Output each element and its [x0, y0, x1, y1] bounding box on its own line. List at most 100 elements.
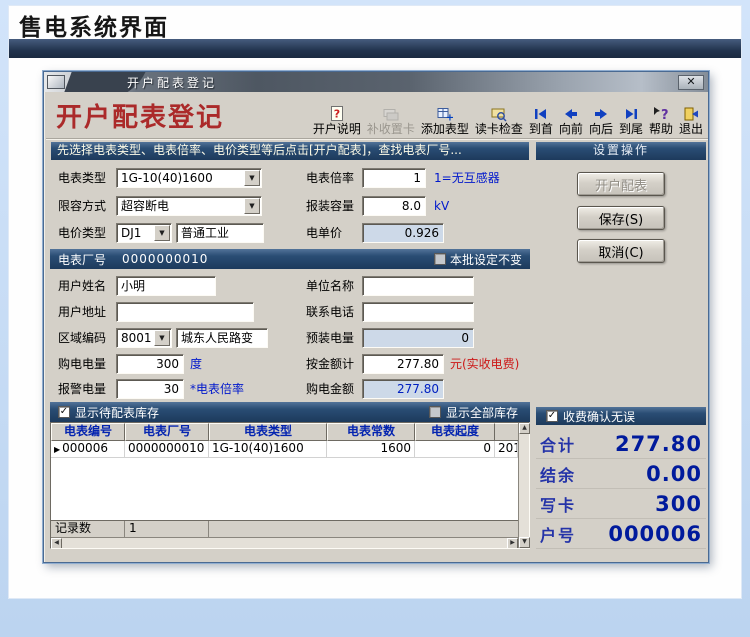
app-icon	[47, 75, 65, 89]
toolbar-button-label: 向前	[559, 122, 583, 136]
grid-header-cell[interactable]: 电表起度	[415, 423, 495, 441]
horizontal-scrollbar[interactable]: ◀ ▶	[51, 537, 518, 548]
last-record-button[interactable]: 到尾	[616, 94, 646, 137]
record-count-label: 记录数	[51, 521, 125, 537]
price-type-select[interactable]: DJ1 ▼	[116, 223, 172, 243]
grid-header-cell[interactable]: 电表常数	[327, 423, 415, 441]
side-panel-header: 设置操作	[536, 142, 706, 160]
toolbar-button-label: 帮助	[649, 122, 673, 136]
capacity-unit: kV	[434, 196, 449, 216]
address-input[interactable]	[116, 302, 254, 322]
area-code-select[interactable]: 8001 ▼	[116, 328, 172, 348]
toolbar: 开户配表登记 ? 开户说明 补收置卡 + 添加表型	[46, 93, 708, 139]
save-button[interactable]: 保存(S)	[577, 206, 665, 230]
org-name-input[interactable]	[362, 276, 474, 296]
org-name-label: 单位名称	[306, 276, 354, 296]
dropdown-arrow-icon: ▼	[159, 335, 164, 342]
help-button[interactable]: ? 帮助	[646, 94, 676, 137]
grid-header-cell[interactable]: 电表类型	[209, 423, 327, 441]
svg-text:?: ?	[334, 107, 340, 120]
buy-energy-label: 购电电量	[58, 354, 106, 374]
by-amount-input[interactable]: 277.80	[362, 354, 444, 374]
recharge-card-button[interactable]: 补收置卡	[364, 94, 418, 137]
factory-number-bar: 电表厂号 0000000010 本批设定不变	[50, 249, 530, 269]
check-icon: ✓	[548, 411, 556, 421]
factory-number-value: 0000000010	[122, 252, 208, 266]
exit-button[interactable]: 退出	[676, 94, 706, 137]
scroll-down-icon[interactable]: ▼	[519, 537, 530, 548]
toolbar-button-label: 读卡检查	[475, 122, 523, 136]
dropdown-button[interactable]: ▼	[154, 225, 170, 241]
read-card-check-button[interactable]: 读卡检查	[472, 94, 526, 137]
vertical-scrollbar[interactable]: ▲ ▼	[518, 423, 529, 548]
close-icon[interactable]: ✕	[678, 75, 704, 90]
scroll-up-icon[interactable]: ▲	[519, 423, 530, 434]
user-name-input[interactable]: 小明	[116, 276, 216, 296]
toolbar-button-label: 开户说明	[313, 122, 361, 136]
toolbar-button-label: 到首	[529, 122, 553, 136]
next-icon	[593, 105, 609, 122]
factory-number-label: 电表厂号	[58, 251, 106, 268]
scroll-left-icon[interactable]: ◀	[51, 538, 62, 549]
dialog-window: 开户配表登记 ✕ 开户配表登记 ? 开户说明 补收置卡 + 添加	[43, 71, 709, 563]
show-pending-checkbox[interactable]: ✓	[58, 406, 70, 418]
dropdown-arrow-icon: ▼	[249, 203, 254, 210]
toolbar-button-label: 添加表型	[421, 122, 469, 136]
total-label: 户号	[540, 522, 576, 546]
dialog-titlebar[interactable]: 开户配表登记 ✕	[44, 72, 708, 92]
grid-cell-meter-type: 1G-10(40)1600	[209, 441, 327, 458]
meter-type-value: 1G-10(40)1600	[121, 171, 213, 185]
show-pending-label: 显示待配表库存	[75, 404, 159, 421]
toolbar-button-label: 补收置卡	[367, 122, 415, 136]
dropdown-button[interactable]: ▼	[244, 198, 260, 214]
limit-mode-value: 超容断电	[121, 199, 169, 213]
first-record-button[interactable]: 到首	[526, 94, 556, 137]
check-icon: ✓	[60, 407, 68, 417]
account-help-button[interactable]: ? 开户说明	[310, 94, 364, 137]
total-value: 0.00	[646, 462, 702, 486]
fee-confirm-label: 收费确认无误	[563, 408, 635, 425]
cancel-button[interactable]: 取消(C)	[577, 239, 665, 263]
grid-data-row[interactable]: ▶000006 0000000010 1G-10(40)1600 1600 0 …	[51, 441, 518, 458]
dropdown-button[interactable]: ▼	[244, 170, 260, 186]
user-name-label: 用户姓名	[58, 276, 106, 296]
grid-cell-start-reading: 0	[415, 441, 495, 458]
meter-type-select[interactable]: 1G-10(40)1600 ▼	[116, 168, 262, 188]
card-icon	[383, 105, 399, 122]
grid-cell-factory-no: 0000000010	[125, 441, 209, 458]
capacity-label: 报装容量	[306, 196, 354, 216]
total-value: 000006	[608, 522, 702, 546]
show-all-checkbox[interactable]	[429, 406, 441, 418]
limit-mode-label: 限容方式	[58, 196, 106, 216]
area-code-label: 区域编码	[58, 328, 106, 348]
record-count-value: 1	[125, 521, 209, 537]
buy-energy-input[interactable]: 300	[116, 354, 184, 374]
fee-confirm-checkbox[interactable]: ✓	[546, 410, 558, 422]
next-record-button[interactable]: 向后	[586, 94, 616, 137]
by-amount-note: 元(实收电费)	[450, 354, 519, 374]
grid-footer-row: 记录数 1	[51, 520, 518, 537]
add-meter-type-button[interactable]: + 添加表型	[418, 94, 472, 137]
form-heading: 开户配表登记	[56, 97, 224, 134]
assign-meter-button[interactable]: 开户配表	[577, 172, 665, 196]
add-table-icon: +	[437, 105, 453, 122]
grid-header-row: 电表编号 电表厂号 电表类型 电表常数 电表起度	[51, 423, 518, 441]
phone-input[interactable]	[362, 302, 474, 322]
batch-lock-checkbox[interactable]	[434, 253, 446, 265]
grid-header-cell[interactable]: 电表厂号	[125, 423, 209, 441]
first-icon	[533, 105, 549, 122]
alarm-energy-input[interactable]: 30	[116, 379, 184, 399]
total-label: 结余	[540, 462, 576, 486]
capacity-input[interactable]: 8.0	[362, 196, 426, 216]
meter-ratio-input[interactable]: 1	[362, 168, 426, 188]
scroll-right-icon[interactable]: ▶	[507, 538, 518, 549]
prev-record-button[interactable]: 向前	[556, 94, 586, 137]
content-panel: 售电系统界面 开户配表登记 ✕ 开户配表登记 ? 开户说明 补收置	[8, 5, 742, 599]
card-check-icon	[491, 105, 507, 122]
total-value: 300	[655, 492, 702, 516]
scrollbar-track[interactable]	[519, 434, 529, 537]
limit-mode-select[interactable]: 超容断电 ▼	[116, 196, 262, 216]
dropdown-button[interactable]: ▼	[154, 330, 170, 346]
grid-header-cell[interactable]: 电表编号	[51, 423, 125, 441]
dropdown-arrow-icon: ▼	[159, 230, 164, 237]
